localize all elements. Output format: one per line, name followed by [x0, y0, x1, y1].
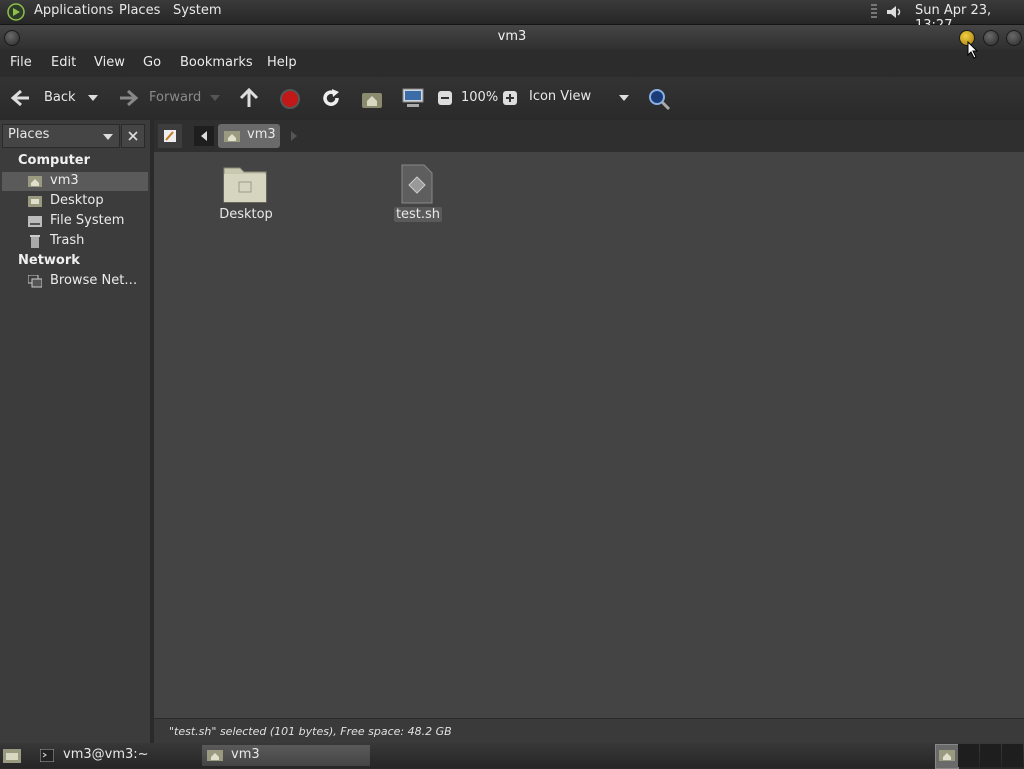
system-menu[interactable]: System: [173, 3, 221, 18]
bottom-panel: vm3@vm3:~ vm3: [0, 743, 1024, 769]
sidebar-item-label: Browse Net…: [50, 273, 138, 288]
up-arrow-icon[interactable]: [238, 87, 260, 109]
taskbar-item-label: vm3@vm3:~: [63, 747, 149, 762]
view-mode-label: Icon View: [529, 89, 592, 104]
menubar: File Edit View Go Bookmarks Help: [0, 50, 1024, 77]
location-bar: vm3: [154, 120, 1024, 152]
sidebar-item-vm3[interactable]: vm3: [2, 172, 148, 191]
workspace-4[interactable]: [1002, 744, 1023, 767]
forward-label: Forward: [149, 90, 202, 105]
file-view[interactable]: Desktop test.sh: [154, 152, 1024, 718]
script-file-icon: [401, 164, 433, 204]
workspace-2[interactable]: [958, 744, 979, 767]
network-section-header: Network: [18, 253, 80, 268]
edit-menu[interactable]: Edit: [51, 55, 76, 70]
reload-icon[interactable]: [320, 87, 342, 109]
window-title: vm3: [497, 29, 527, 44]
sidebar-item-label: vm3: [50, 173, 79, 188]
applications-menu[interactable]: Applications: [34, 3, 113, 18]
maximize-button[interactable]: [983, 30, 999, 46]
path-scroll-left-button[interactable]: [194, 126, 214, 146]
stop-icon[interactable]: [279, 88, 301, 110]
drive-icon: [28, 216, 42, 227]
forward-history-dropdown-icon[interactable]: [210, 95, 220, 101]
sidebar-item-label: Desktop: [50, 193, 104, 208]
window-titlebar[interactable]: vm3: [0, 25, 1024, 50]
sidebar-item-label: Trash: [50, 233, 85, 248]
file-item-desktop[interactable]: Desktop: [214, 162, 278, 228]
sidebar-item-file-system[interactable]: File System: [2, 212, 148, 231]
taskbar-item-label: vm3: [231, 747, 260, 762]
side-pane: Places Computer vm3 Desktop File System …: [0, 120, 154, 743]
taskbar-file-manager[interactable]: vm3: [202, 745, 370, 766]
workspace-3[interactable]: [980, 744, 1001, 767]
workspace-switcher[interactable]: [935, 744, 1024, 769]
zoom-out-icon[interactable]: [437, 90, 453, 106]
file-item-label: Desktop: [219, 207, 273, 222]
show-desktop-button[interactable]: [2, 746, 22, 765]
chevron-left-icon: [201, 131, 207, 141]
forward-button[interactable]: Forward: [115, 85, 205, 111]
show-desktop-icon: [3, 749, 21, 763]
home-folder-icon: [224, 131, 240, 142]
sidebar-item-desktop[interactable]: Desktop: [2, 192, 148, 211]
close-button[interactable]: [1006, 30, 1022, 46]
back-history-dropdown-icon[interactable]: [88, 95, 98, 101]
file-item-test-sh[interactable]: test.sh: [386, 162, 450, 228]
taskbar-terminal[interactable]: vm3@vm3:~: [34, 745, 194, 766]
edit-location-icon: [164, 130, 176, 142]
sidebar-item-trash[interactable]: Trash: [2, 232, 148, 251]
back-label: Back: [44, 90, 76, 105]
view-menu[interactable]: View: [94, 55, 125, 70]
status-bar: "test.sh" selected (101 bytes), Free spa…: [154, 718, 1024, 744]
file-item-label: test.sh: [394, 207, 442, 222]
toggle-location-entry-button[interactable]: [158, 124, 182, 148]
zoom-in-icon[interactable]: [502, 90, 518, 106]
mouse-cursor-icon: [967, 40, 979, 59]
terminal-icon: [40, 749, 54, 762]
home-folder-icon: [28, 176, 42, 187]
desktop-folder-icon: [28, 196, 42, 207]
home-icon[interactable]: [361, 89, 383, 109]
close-side-pane-button[interactable]: [121, 124, 145, 148]
go-menu[interactable]: Go: [143, 55, 161, 70]
places-menu[interactable]: Places: [119, 3, 160, 18]
chevron-down-icon: [619, 95, 629, 101]
search-icon[interactable]: [647, 87, 671, 111]
sidebar-item-browse-network[interactable]: Browse Net…: [2, 272, 148, 291]
sidebar-item-label: File System: [50, 213, 125, 228]
top-panel: Applications Places System Sun Apr 23, 1…: [0, 0, 1024, 33]
panel-handle[interactable]: [871, 4, 877, 20]
back-arrow-icon: [10, 89, 29, 107]
workspace-1[interactable]: [935, 744, 959, 769]
toolbar: Back Forward 100% Icon View: [0, 77, 1024, 121]
volume-icon[interactable]: [884, 2, 904, 22]
back-button[interactable]: Back: [8, 85, 88, 111]
file-menu[interactable]: File: [10, 55, 32, 70]
side-pane-selector[interactable]: Places: [2, 124, 120, 148]
bookmarks-menu[interactable]: Bookmarks: [180, 55, 253, 70]
chevron-right-icon: [291, 131, 297, 141]
path-button-label: vm3: [247, 127, 276, 142]
home-folder-icon: [939, 750, 955, 761]
network-icon: [28, 275, 42, 288]
computer-section-header: Computer: [18, 153, 91, 168]
gnome-foot-icon[interactable]: [6, 2, 26, 22]
side-pane-selector-label: Places: [8, 127, 50, 142]
help-menu[interactable]: Help: [267, 55, 297, 70]
chevron-down-icon: [103, 134, 113, 140]
path-scroll-right-button[interactable]: [284, 126, 304, 146]
close-icon: [128, 131, 138, 141]
home-folder-icon: [207, 750, 223, 761]
status-text: "test.sh" selected (101 bytes), Free spa…: [169, 725, 452, 738]
view-mode-select[interactable]: Icon View: [522, 85, 632, 111]
zoom-level[interactable]: 100%: [461, 90, 498, 105]
computer-icon[interactable]: [401, 87, 425, 109]
path-button-vm3[interactable]: vm3: [218, 124, 280, 148]
trash-icon: [30, 235, 40, 248]
forward-arrow-icon: [120, 89, 139, 107]
folder-icon: [223, 167, 267, 203]
